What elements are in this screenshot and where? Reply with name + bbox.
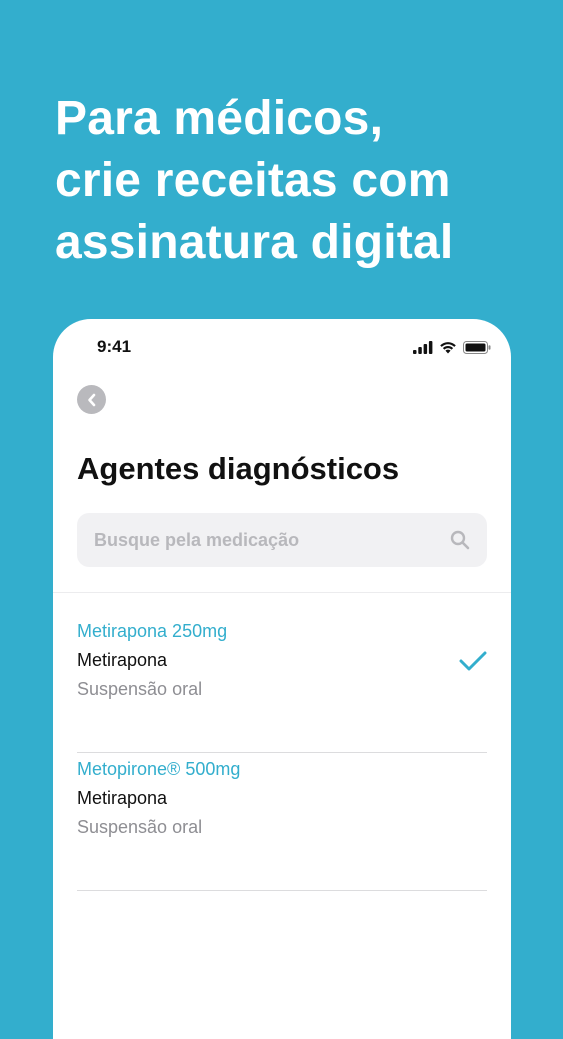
divider bbox=[53, 592, 511, 593]
medication-name: Metirapona 250mg bbox=[77, 621, 228, 641]
medication-form: Suspensão oral bbox=[77, 817, 203, 837]
headline-line-1: Para médicos, bbox=[55, 92, 384, 145]
promo-headline: Para médicos, crie receitas com assinatu… bbox=[55, 88, 535, 274]
medication-generic: Metirapona bbox=[77, 650, 168, 670]
medication-list: Metirapona 250mg Metirapona Suspensão or… bbox=[77, 615, 487, 891]
medication-generic: Metirapona bbox=[77, 788, 168, 808]
battery-icon bbox=[463, 340, 491, 354]
list-item[interactable]: Metirapona 250mg Metirapona Suspensão or… bbox=[77, 615, 487, 753]
status-time: 9:41 bbox=[97, 337, 132, 356]
list-item[interactable]: Metopirone® 500mg Metirapona Suspensão o… bbox=[77, 753, 487, 891]
headline-line-2: crie receitas com bbox=[55, 154, 451, 207]
headline-line-3: assinatura digital bbox=[55, 216, 454, 269]
medication-form: Suspensão oral bbox=[77, 679, 203, 699]
signal-icon bbox=[413, 340, 433, 354]
search-icon[interactable] bbox=[450, 530, 470, 550]
wifi-icon bbox=[440, 341, 456, 353]
page-title: Agentes diagnósticos bbox=[77, 451, 400, 486]
chevron-left-icon bbox=[87, 393, 95, 406]
search-input[interactable] bbox=[77, 513, 437, 567]
status-bar: 9:41 bbox=[53, 319, 511, 375]
status-icons bbox=[413, 339, 491, 355]
medication-name: Metopirone® 500mg bbox=[77, 759, 241, 779]
search-field[interactable] bbox=[77, 513, 487, 567]
phone-screen: 9:41 Agentes diagnósticos Busque pela me… bbox=[53, 319, 511, 1039]
checkmark-icon bbox=[459, 651, 487, 671]
divider bbox=[77, 890, 487, 891]
back-button[interactable] bbox=[77, 385, 106, 414]
